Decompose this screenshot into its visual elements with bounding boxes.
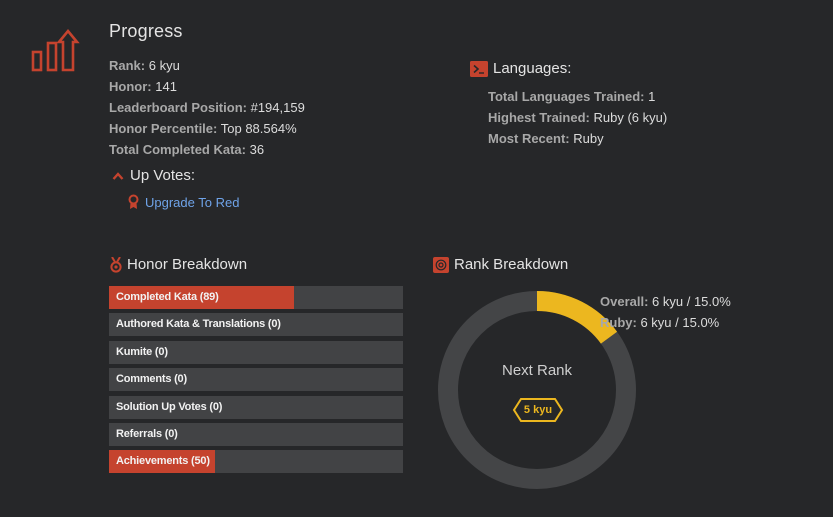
languages-stats: Total Languages Trained: 1 Highest Train… <box>488 86 667 149</box>
honor-bar-kumite: Kumite (0) <box>109 340 403 364</box>
next-rank-badge: 5 kyu <box>512 397 564 423</box>
bar-label: Referrals (0) <box>116 427 178 440</box>
rank-breakdown-header: Rank Breakdown <box>433 256 568 273</box>
stat-label: Total Languages Trained: <box>488 89 645 104</box>
stat-label: Leaderboard Position: <box>109 100 247 115</box>
bar-label: Kumite (0) <box>116 345 168 358</box>
medal-icon <box>110 256 122 273</box>
stat-value: 1 <box>648 89 656 104</box>
stat-value: 6 kyu <box>148 58 180 73</box>
rank-breakdown-title: Rank Breakdown <box>454 256 569 273</box>
stat-value: 36 <box>249 142 265 157</box>
bar-label: Authored Kata & Translations (0) <box>116 318 281 331</box>
target-icon <box>433 256 449 273</box>
next-rank-value: 5 kyu <box>523 404 553 416</box>
stat-highest-trained: Highest Trained: Ruby (6 kyu) <box>488 107 667 128</box>
bar-label: Achievements (50) <box>116 455 210 468</box>
stat-label: Ruby: <box>600 315 637 330</box>
stat-value: 6 kyu / 15.0% <box>652 294 731 309</box>
honor-bar-achievements: Achievements (50) <box>109 450 403 474</box>
honor-bar-completed-kata: Completed Kata (89) <box>109 286 403 309</box>
upvotes-title: Up Votes: <box>130 167 196 184</box>
stat-ruby: Ruby: 6 kyu / 15.0% <box>600 312 731 333</box>
honor-bar-referrals: Referrals (0) <box>109 422 403 446</box>
progress-stats: Rank: 6 kyu Honor: 141 Leaderboard Posit… <box>109 55 305 160</box>
upgrade-row[interactable]: Upgrade To Red <box>128 194 239 210</box>
chevron-up-icon <box>112 171 124 180</box>
honor-breakdown-bars: Completed Kata (89) Authored Kata & Tran… <box>109 286 403 478</box>
bar-label: Completed Kata (89) <box>116 291 219 303</box>
stat-rank: Rank: 6 kyu <box>109 55 305 76</box>
bar-label: Solution Up Votes (0) <box>116 400 223 413</box>
stat-value: #194,159 <box>250 100 305 115</box>
ribbon-badge-icon <box>128 194 139 209</box>
upvotes-header: Up Votes: <box>112 167 195 184</box>
honor-breakdown-header: Honor Breakdown <box>110 256 247 273</box>
next-rank-label: Next Rank <box>501 362 573 379</box>
progress-chart-icon <box>31 28 80 72</box>
honor-bar-solution-up-votes: Solution Up Votes (0) <box>109 395 403 419</box>
honor-bar-authored-kata: Authored Kata & Translations (0) <box>109 313 403 337</box>
stat-leaderboard-position: Leaderboard Position: #194,159 <box>109 97 305 118</box>
upgrade-to-red-link[interactable]: Upgrade To Red <box>145 195 239 210</box>
stat-honor: Honor: 141 <box>109 76 305 97</box>
languages-header: Languages: <box>470 60 571 77</box>
ring-progress-arc <box>536 291 618 344</box>
stat-value: Top 88.564% <box>220 121 297 136</box>
honor-bar-comments: Comments (0) <box>109 368 403 392</box>
progress-title: Progress <box>109 21 183 41</box>
stat-value: Ruby <box>573 131 604 146</box>
honor-breakdown-title: Honor Breakdown <box>127 256 248 273</box>
stat-label: Honor: <box>109 79 152 94</box>
bar-label: Comments (0) <box>116 373 187 386</box>
stat-honor-percentile: Honor Percentile: Top 88.564% <box>109 118 305 139</box>
stat-label: Total Completed Kata: <box>109 142 246 157</box>
stat-label: Rank: <box>109 58 146 73</box>
stat-value: 141 <box>155 79 177 94</box>
profile-stats-panel: Progress Rank: 6 kyu Honor: 141 Leaderbo… <box>0 0 833 517</box>
stat-value: Ruby (6 kyu) <box>593 110 668 125</box>
languages-title: Languages: <box>493 60 572 77</box>
rank-stats: Overall: 6 kyu / 15.0% Ruby: 6 kyu / 15.… <box>600 291 731 333</box>
stat-label: Highest Trained: <box>488 110 590 125</box>
stat-total-completed-kata: Total Completed Kata: 36 <box>109 139 305 160</box>
stat-label: Overall: <box>600 294 649 309</box>
stat-value: 6 kyu / 15.0% <box>640 315 720 330</box>
terminal-icon <box>470 60 488 77</box>
stat-overall: Overall: 6 kyu / 15.0% <box>600 291 731 312</box>
stat-label: Most Recent: <box>488 131 570 146</box>
stat-total-languages-trained: Total Languages Trained: 1 <box>488 86 667 107</box>
stat-label: Honor Percentile: <box>109 121 218 136</box>
stat-most-recent: Most Recent: Ruby <box>488 128 667 149</box>
